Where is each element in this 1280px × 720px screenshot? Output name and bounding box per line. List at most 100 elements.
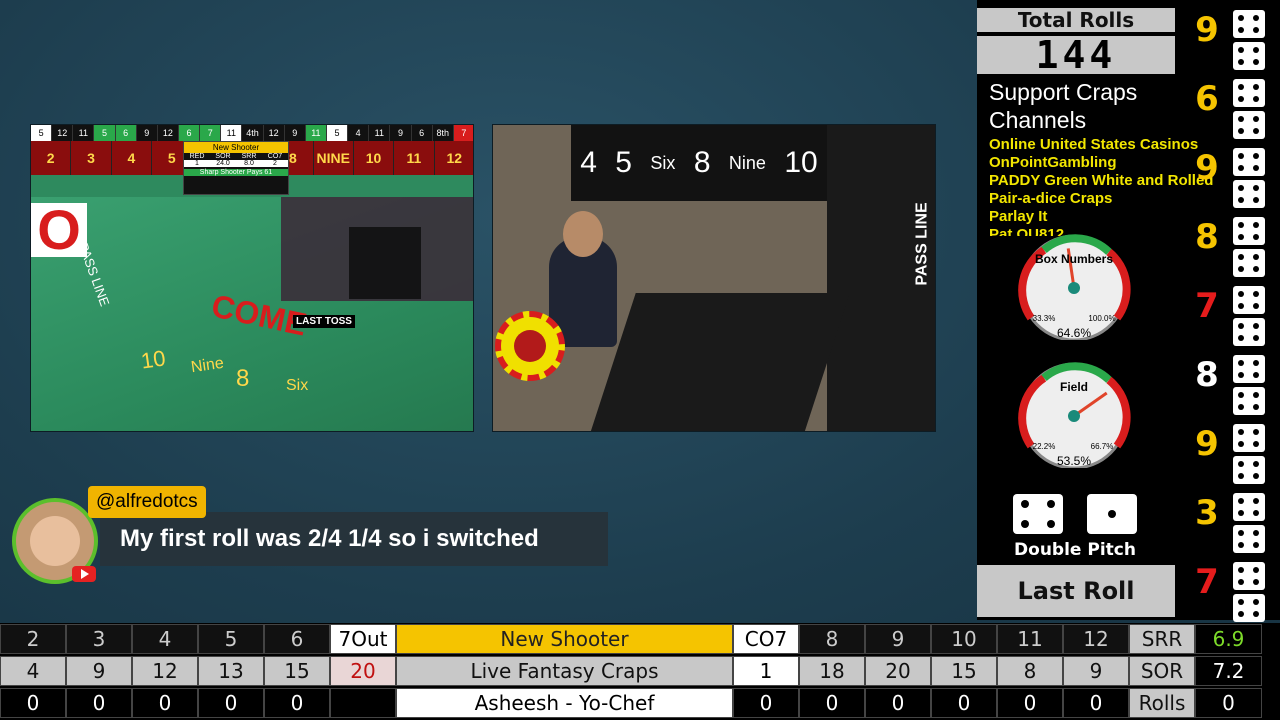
roll-history-cell: 7 bbox=[453, 125, 473, 141]
stats-zero-cell: Asheesh - Yo-Chef bbox=[396, 688, 733, 718]
history-die-icon bbox=[1233, 493, 1265, 521]
die-four-icon bbox=[1013, 494, 1063, 534]
stats-zero-cell: 0 bbox=[799, 688, 865, 718]
stats-zero-cell: 0 bbox=[1195, 688, 1262, 718]
stats-count-cell: 13 bbox=[198, 656, 264, 686]
roll-history-cell: 11 bbox=[305, 125, 327, 141]
stats-count-cell: Live Fantasy Craps bbox=[396, 656, 733, 686]
craps-table-black bbox=[590, 293, 850, 431]
last-toss-label: LAST TOSS bbox=[293, 315, 355, 328]
box-gauge-value: 64.6% bbox=[1056, 326, 1092, 340]
history-die-icon bbox=[1233, 79, 1265, 107]
stats-count-cell: 20 bbox=[865, 656, 931, 686]
stats-zero-cell: 0 bbox=[66, 688, 132, 718]
history-roll-number: 7 bbox=[1195, 562, 1219, 602]
field-gauge: Field 22.2% 66.7% 53.5% bbox=[999, 358, 1149, 470]
point-number: 12 bbox=[435, 141, 473, 175]
stats-zero-cell bbox=[330, 688, 396, 718]
box-gauge-max: 100.0% bbox=[1088, 314, 1116, 323]
table-number: 8 bbox=[693, 146, 711, 179]
stats-zero-cell: 0 bbox=[865, 688, 931, 718]
right-camera-feed: 4 5 Six 8 Nine 10 PASS LINE bbox=[492, 124, 936, 432]
roll-history-cell: 8th bbox=[432, 125, 454, 141]
history-die-icon bbox=[1233, 286, 1265, 314]
roll-history-cell: 4th bbox=[242, 125, 264, 141]
stats-zero-cell: 0 bbox=[1063, 688, 1129, 718]
stats-count-cell: 15 bbox=[931, 656, 997, 686]
channel-logo-chip bbox=[495, 311, 565, 381]
field-gauge-value: 53.5% bbox=[1056, 454, 1092, 468]
craps-table-felt: O COME 10 Nine 8 Six PASS LINE LAST TOSS bbox=[31, 197, 473, 431]
history-die-icon bbox=[1233, 111, 1265, 139]
stats-zero-cell: 0 bbox=[931, 688, 997, 718]
stats-header-cell: 9 bbox=[865, 624, 931, 654]
roll-history-cell: 5 bbox=[31, 125, 53, 141]
roll-history-cell: 6 bbox=[178, 125, 201, 141]
support-channels-title: Support Craps Channels bbox=[989, 79, 1138, 133]
history-die-icon bbox=[1233, 318, 1265, 346]
stats-zero-cell: 0 bbox=[733, 688, 799, 718]
stats-zero-cell: 0 bbox=[997, 688, 1063, 718]
left-camera-feed: 512115691267114th129115411968th7 2345SIX… bbox=[30, 124, 474, 432]
history-roll-number: 8 bbox=[1195, 217, 1219, 257]
stats-zero-cell: 0 bbox=[0, 688, 66, 718]
history-die-icon bbox=[1233, 10, 1265, 38]
history-roll-number: 7 bbox=[1195, 286, 1219, 326]
stats-header-cell: New Shooter bbox=[396, 624, 733, 654]
stats-header-cell: 7Out bbox=[330, 624, 396, 654]
roll-history-cell: 6 bbox=[411, 125, 433, 141]
total-rolls-value: 144 bbox=[977, 36, 1175, 74]
mini-stats-panel: New Shooter RED SOR SRR CO7 1 24.0 8.0 2 Sharp… bbox=[183, 141, 289, 195]
table-number: Nine bbox=[728, 152, 766, 173]
mini-header-cell: RED bbox=[189, 153, 205, 160]
stats-count-cell: 1 bbox=[733, 656, 799, 686]
roll-history-cell: 9 bbox=[136, 125, 158, 141]
stats-header-cell: SRR bbox=[1129, 624, 1195, 654]
roll-history-cell: 5 bbox=[94, 125, 116, 141]
stats-header-cell: 8 bbox=[799, 624, 865, 654]
stats-zero-cell: 0 bbox=[198, 688, 264, 718]
history-roll-number: 3 bbox=[1195, 493, 1219, 533]
stats-count-cell: 7.2 bbox=[1195, 656, 1262, 686]
field-gauge-max: 66.7% bbox=[1090, 442, 1114, 451]
stats-header-cell: 4 bbox=[132, 624, 198, 654]
stats-header-cell: 12 bbox=[1063, 624, 1129, 654]
history-roll-number: 6 bbox=[1195, 79, 1219, 119]
chip-bets-panel bbox=[349, 227, 421, 299]
stats-count-cell: 9 bbox=[66, 656, 132, 686]
history-die-icon bbox=[1233, 594, 1265, 622]
roll-history-cell: 12 bbox=[263, 125, 285, 141]
history-roll-number: 9 bbox=[1195, 148, 1219, 188]
dealer-head bbox=[563, 211, 603, 257]
mini-value-cell: 2 bbox=[273, 160, 277, 167]
point-number: 4 bbox=[112, 141, 153, 175]
table-number: 4 bbox=[580, 146, 597, 179]
roll-history-cell: 12 bbox=[52, 125, 74, 141]
mini-value-cell: 8.0 bbox=[244, 160, 254, 167]
mini-title: New Shooter bbox=[184, 142, 288, 153]
stats-header-cell: 11 bbox=[997, 624, 1063, 654]
table-number: Six bbox=[650, 152, 676, 173]
chat-message: My first roll was 2/4 1/4 so i switched bbox=[100, 512, 608, 566]
double-pitch-label: Double Pitch bbox=[1014, 540, 1136, 560]
roll-history-cell: 9 bbox=[390, 125, 412, 141]
table-number: 10 bbox=[784, 146, 818, 179]
roll-history-cell: 11 bbox=[369, 125, 391, 141]
point-number: 2 bbox=[31, 141, 72, 175]
stats-table: 2 3 4 5 6 7Out New Shooter CO7 8 9 10 11 12 SRR 6.9 49… bbox=[0, 623, 1280, 720]
last-roll-label: Last Roll bbox=[977, 565, 1175, 617]
point-number: 3 bbox=[71, 141, 112, 175]
mini-footer: Sharp Shooter Pays 61 bbox=[184, 169, 288, 176]
point-number: 11 bbox=[394, 141, 435, 175]
mini-value-cell: 24.0 bbox=[216, 160, 230, 167]
roll-history-cell: 11 bbox=[221, 125, 243, 141]
mini-value-cell: 1 bbox=[195, 160, 199, 167]
stats-header-cell: 5 bbox=[198, 624, 264, 654]
box-numbers-gauge: Box Numbers 33.3% 100.0% 64.6% bbox=[999, 230, 1149, 342]
stats-header-cell: 6 bbox=[264, 624, 330, 654]
history-die-icon bbox=[1233, 249, 1265, 277]
roll-history-cell: 9 bbox=[284, 125, 306, 141]
stats-count-cell: 18 bbox=[799, 656, 865, 686]
history-die-icon bbox=[1233, 525, 1265, 553]
stats-zero-cell: 0 bbox=[132, 688, 198, 718]
